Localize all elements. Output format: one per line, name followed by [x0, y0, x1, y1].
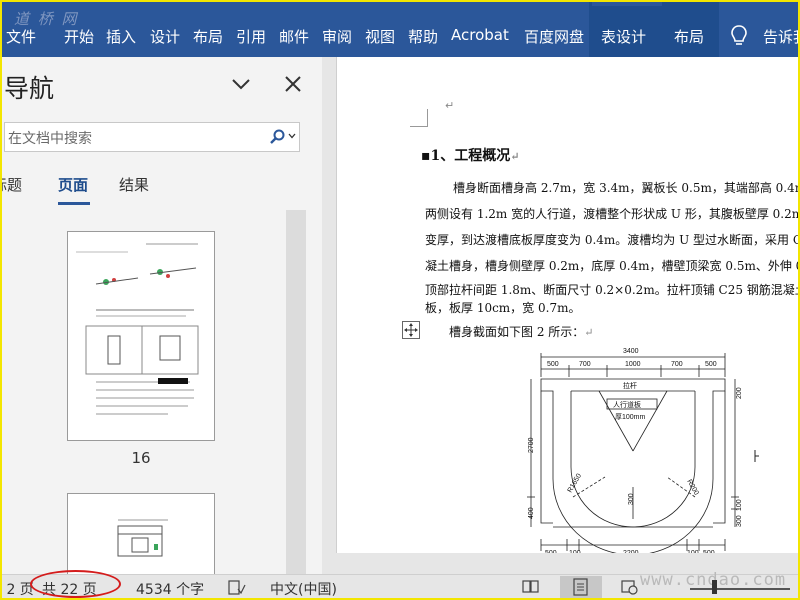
print-layout-button[interactable]: [560, 576, 602, 598]
heading-bullet: ▪: [421, 148, 431, 164]
body-text-line: 两侧设有 1.2m 宽的人行道，渡槽整个形状成 U 形，其腹板壁厚 0.2m: [425, 207, 800, 221]
tab-insert[interactable]: 插入: [106, 26, 136, 47]
drawing-dim-label: 3400: [623, 348, 639, 355]
body-text-line: 顶部拉杆间距 1.8m、断面尺寸 0.2×0.2m。拉杆顶铺 C25 钢筋混凝土…: [425, 283, 800, 297]
nav-scrollbar[interactable]: [286, 210, 306, 574]
paragraph-mark-icon: ↵: [584, 326, 594, 339]
zoom-slider-track[interactable]: [690, 588, 790, 590]
nav-tab-headings[interactable]: 标题: [0, 174, 22, 195]
tab-home[interactable]: 开始: [64, 26, 94, 47]
page-thumbnail-number: 16: [131, 449, 151, 467]
zoom-slider-handle[interactable]: [712, 580, 717, 594]
drawing-dim-label: 200: [736, 387, 743, 399]
tab-tell-me[interactable]: 告诉我: [763, 26, 800, 47]
body-text-line: 板，板厚 10cm，宽 0.7m。: [425, 301, 581, 315]
drawing-dim-label: 500: [547, 361, 559, 368]
status-word-count[interactable]: 4534 个字: [136, 579, 204, 599]
drawing-dim-label: 1000: [625, 361, 641, 368]
drawing-dim-label: 2200: [623, 550, 639, 553]
paragraph-mark-icon: ↵: [510, 150, 520, 163]
search-placeholder: 在文档中搜索: [8, 131, 92, 147]
read-mode-button[interactable]: [516, 576, 546, 598]
drawing-dim-label: 100: [736, 499, 743, 511]
print-layout-icon: [573, 578, 588, 596]
drawing-dim-label: 500: [545, 550, 557, 553]
body-text-line: 凝土槽身，槽身侧壁厚 0.2m，底厚 0.4m，槽壁顶梁宽 0.5m、外伸 0.…: [425, 259, 800, 273]
page-thumbnail[interactable]: [67, 231, 215, 441]
drawing-dim-label: 500: [703, 550, 715, 553]
body-text-line: 槽身断面槽身高 2.7m，宽 3.4m，翼板长 0.5m，其端部高 0.4m，: [453, 181, 800, 195]
nav-pane-title: 导航: [4, 74, 55, 103]
close-icon[interactable]: [282, 73, 304, 95]
drawing-dim-label: 700: [579, 361, 591, 368]
body-text-line: 变厚，到达渡槽底板厚度变为 0.4m。渡槽均为 U 型过水断面，采用 C2: [425, 233, 800, 247]
tab-mailings[interactable]: 邮件: [279, 26, 309, 47]
drawing-rod-label: 拉杆: [623, 381, 637, 390]
tab-file[interactable]: 文件: [6, 26, 36, 47]
search-icon[interactable]: [269, 129, 285, 145]
drawing-dim-label: 100: [687, 550, 699, 553]
tab-design[interactable]: 设计: [150, 26, 180, 47]
status-language[interactable]: 中文(中国): [270, 579, 337, 599]
read-mode-icon: [522, 580, 539, 593]
drawing-dim-label: 400: [528, 507, 535, 519]
tab-table-layout[interactable]: 布局: [674, 26, 704, 47]
tab-review[interactable]: 审阅: [322, 26, 352, 47]
drawing-thickness-label: 厚100mm: [615, 413, 646, 421]
drawing-dim-label: 500: [705, 361, 717, 368]
figure-caption-line: 槽身截面如下图 2 所示：↵: [449, 325, 594, 339]
page-thumbnail[interactable]: [67, 493, 215, 574]
status-current-page[interactable]: 第 2 页: [0, 579, 34, 599]
tab-table-design[interactable]: 表设计: [601, 26, 646, 47]
page-thumbnail-preview: [117, 519, 168, 557]
document-page[interactable]: ↵ ▪1、工程概况↵ 槽身断面槽身高 2.7m，宽 3.4m，翼板长 0.5m，…: [336, 57, 800, 553]
chevron-down-icon[interactable]: [230, 77, 252, 91]
table-move-handle-icon[interactable]: [402, 321, 420, 339]
drawing-dim-label: 700: [671, 361, 683, 368]
tab-acrobat[interactable]: Acrobat: [451, 26, 509, 44]
nav-tab-results[interactable]: 结果: [119, 174, 149, 195]
navigation-pane: 导航 在文档中搜索 标题 页面 结果: [0, 57, 322, 574]
lightbulb-icon[interactable]: [730, 24, 748, 48]
nav-tab-pages[interactable]: 页面: [58, 174, 88, 195]
search-input[interactable]: 在文档中搜索: [4, 122, 300, 152]
ribbon-tabs: 道 桥 网 文件 开始 插入 设计 布局 引用 邮件 审阅 视图 帮助 Acro…: [0, 0, 800, 57]
tab-baidu-netdisk[interactable]: 百度网盘: [524, 26, 584, 47]
drawing-walkway-label: 人行道板: [613, 400, 641, 409]
context-tab-indicator: [592, 0, 662, 6]
proofing-icon[interactable]: [228, 580, 246, 596]
drawing-dim-label: 2700: [528, 437, 535, 453]
tab-view[interactable]: 视图: [365, 26, 395, 47]
active-tab-indicator: [58, 202, 90, 205]
search-options-chevron-icon[interactable]: [288, 133, 296, 139]
drawing-dim-label: 100: [569, 550, 581, 553]
tab-help[interactable]: 帮助: [408, 26, 438, 47]
tab-layout[interactable]: 布局: [193, 26, 223, 47]
drawing-dim-label: 300: [628, 493, 635, 505]
section-heading: ▪1、工程概况↵: [421, 148, 520, 164]
page-thumbnail-preview: [76, 243, 199, 415]
flume-cross-section-drawing: 3400 500 700 1000 700 500 拉杆 人行道板 厚100mm…: [527, 348, 743, 553]
drawing-dim-label: 300: [736, 515, 743, 527]
paragraph-mark-icon: ↵: [445, 99, 455, 112]
tab-references[interactable]: 引用: [236, 26, 266, 47]
page-corner-mark: [410, 109, 428, 127]
drawing-radius-label: R200: [685, 479, 699, 497]
drawing-radius-label: R1650: [567, 473, 583, 494]
page-count-highlight-circle: [30, 570, 121, 598]
